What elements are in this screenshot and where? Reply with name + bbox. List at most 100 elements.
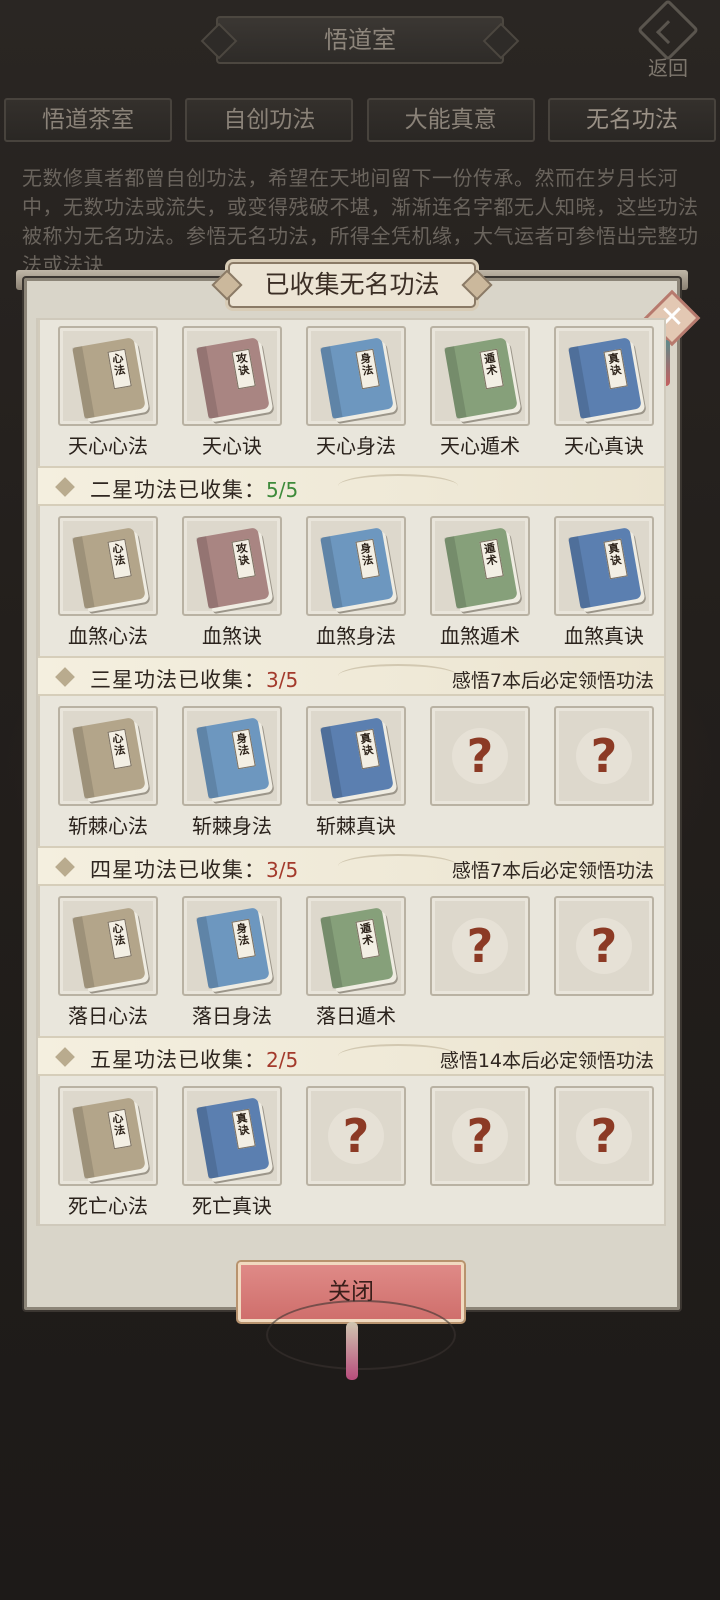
unknown-technique-slot[interactable]: ?	[430, 896, 530, 1000]
unknown-mark: ?	[590, 729, 618, 783]
tab-tea-room[interactable]: 悟道茶室	[4, 98, 172, 142]
unknown-technique-slot[interactable]: ?	[554, 896, 654, 1000]
book-tag: 遁术	[479, 348, 504, 390]
section-header: 二星功法已收集：5/5	[38, 466, 664, 506]
technique-item[interactable]: 心法 死亡心法	[58, 1086, 158, 1219]
item-slot: 身法	[182, 896, 282, 996]
technique-item[interactable]: 真诀天心真诀	[554, 326, 654, 459]
item-slot: 真诀	[554, 516, 654, 616]
unknown-mark: ?	[466, 919, 494, 973]
book-tag: 身法	[231, 918, 256, 960]
diamond-bullet-icon	[55, 1047, 75, 1067]
item-row: 心法 血煞心法 攻诀 血煞诀 身法 血煞身法 遁术 血煞遁术 真诀 血煞真诀	[38, 506, 664, 656]
book-spine	[320, 346, 343, 419]
item-slot: ?	[430, 896, 530, 996]
item-name: 血煞遁术	[440, 624, 520, 648]
technique-item[interactable]: 遁术 血煞遁术	[430, 516, 530, 649]
guarantee-hint: 感悟7本后必定领悟功法	[451, 860, 654, 882]
book-tag: 心法	[107, 728, 132, 770]
item-slot: 心法	[58, 516, 158, 616]
item-slot: 遁术	[306, 896, 406, 996]
unknown-technique-slot[interactable]: ?	[306, 1086, 406, 1190]
unknown-technique-slot[interactable]: ?	[554, 706, 654, 810]
technique-item[interactable]: 心法 斩棘心法	[58, 706, 158, 839]
question-mark-icon: ?	[556, 898, 652, 994]
back-button[interactable]: 返回	[632, 0, 704, 80]
page-title: 悟道室	[216, 16, 504, 64]
book-tag: 身法	[355, 348, 380, 390]
section-label: 三星功法已收集：3/5	[90, 664, 298, 694]
unknown-mark: ?	[342, 1109, 370, 1163]
technique-item[interactable]: 真诀 血煞真诀	[554, 516, 654, 649]
collection-list[interactable]: 心法 天心心法 攻诀 天心诀 身法 天心身法 遁术 天心遁术 真诀 天心真诀 二星功法已收集：5/5…	[36, 318, 666, 1226]
unknown-technique-slot[interactable]: ?	[430, 706, 530, 810]
item-slot: 真诀	[306, 706, 406, 806]
item-slot: ?	[554, 1086, 654, 1186]
item-slot: 真诀	[554, 326, 654, 426]
item-name: 天心遁术	[440, 434, 520, 458]
collected-count: 2/5	[266, 1048, 299, 1072]
collected-count: 5/5	[266, 478, 299, 502]
unknown-technique-slot[interactable]: ?	[430, 1086, 530, 1190]
book-spine	[196, 1106, 219, 1179]
cloud-ornament-icon	[338, 854, 458, 878]
tab-great-intent[interactable]: 大能真意	[366, 98, 535, 142]
technique-item[interactable]: 真诀 死亡真诀	[182, 1086, 282, 1219]
item-name: 死亡心法	[68, 1194, 148, 1218]
technique-item[interactable]: 遁术天心遁术	[430, 326, 530, 459]
book-spine	[72, 916, 95, 989]
question-mark-icon: ?	[432, 708, 528, 804]
diamond-bullet-icon	[55, 667, 75, 687]
technique-item[interactable]: 真诀 斩棘真诀	[306, 706, 406, 839]
unknown-mark: ?	[466, 1109, 494, 1163]
book-spine	[444, 536, 467, 609]
unknown-technique-slot[interactable]: ?	[554, 1086, 654, 1190]
item-name: 血煞真诀	[564, 624, 644, 648]
book-tag: 攻诀	[231, 348, 256, 390]
section-label-text: 二星功法已收集：	[90, 478, 266, 502]
book-icon: 攻诀	[196, 337, 270, 419]
book-icon: 心法	[72, 1097, 146, 1179]
technique-item[interactable]: 遁术 落日遁术	[306, 896, 406, 1029]
technique-item[interactable]: 攻诀 天心诀	[182, 326, 282, 459]
cloud-ornament-icon	[338, 664, 458, 688]
technique-item[interactable]: 心法 天心心法	[58, 326, 158, 459]
book-icon: 真诀	[568, 527, 642, 609]
item-name: 天心真诀	[564, 434, 644, 458]
book-icon: 真诀	[320, 717, 394, 799]
item-slot: 真诀	[182, 1086, 282, 1186]
item-slot: 遁术	[430, 516, 530, 616]
technique-item[interactable]: 心法 落日心法	[58, 896, 158, 1029]
tab-self-created[interactable]: 自创功法	[185, 98, 354, 142]
book-icon: 身法	[196, 907, 270, 989]
item-row: 心法 天心心法 攻诀 天心诀 身法 天心身法 遁术 天心遁术 真诀 天心真诀	[38, 320, 664, 466]
section-header: 三星功法已收集：3/5 感悟7本后必定领悟功法	[38, 656, 664, 696]
book-spine	[320, 726, 343, 799]
book-icon: 心法	[72, 337, 146, 419]
technique-item[interactable]: 心法 血煞心法	[58, 516, 158, 649]
diamond-bullet-icon	[55, 857, 75, 877]
item-name: 落日心法	[68, 1004, 148, 1028]
item-slot: 心法	[58, 706, 158, 806]
technique-item[interactable]: 身法 天心身法	[306, 326, 406, 459]
book-spine	[72, 346, 95, 419]
technique-item[interactable]: 攻诀 血煞诀	[182, 516, 282, 649]
book-spine	[196, 916, 219, 989]
item-name: 斩棘身法	[192, 814, 272, 838]
technique-item[interactable]: 身法 血煞身法	[306, 516, 406, 649]
item-row: 心法 落日心法 身法 落日身法 遁术 落日遁术??	[38, 886, 664, 1036]
book-tag: 身法	[355, 538, 380, 580]
technique-item[interactable]: 身法 斩棘身法	[182, 706, 282, 839]
book-icon: 遁术	[444, 527, 518, 609]
book-spine	[72, 726, 95, 799]
item-row: 心法 斩棘心法 身法 斩棘身法 真诀 斩棘真诀??	[38, 696, 664, 846]
technique-item[interactable]: 身法 落日身法	[182, 896, 282, 1029]
question-mark-icon: ?	[556, 708, 652, 804]
book-spine	[72, 536, 95, 609]
item-slot: ?	[430, 1086, 530, 1186]
book-tag: 遁术	[355, 918, 380, 960]
unknown-mark: ?	[590, 1109, 618, 1163]
tab-nameless[interactable]: 无名功法	[547, 98, 716, 142]
book-tag: 真诀	[231, 1108, 256, 1150]
book-tag: 真诀	[603, 348, 628, 390]
